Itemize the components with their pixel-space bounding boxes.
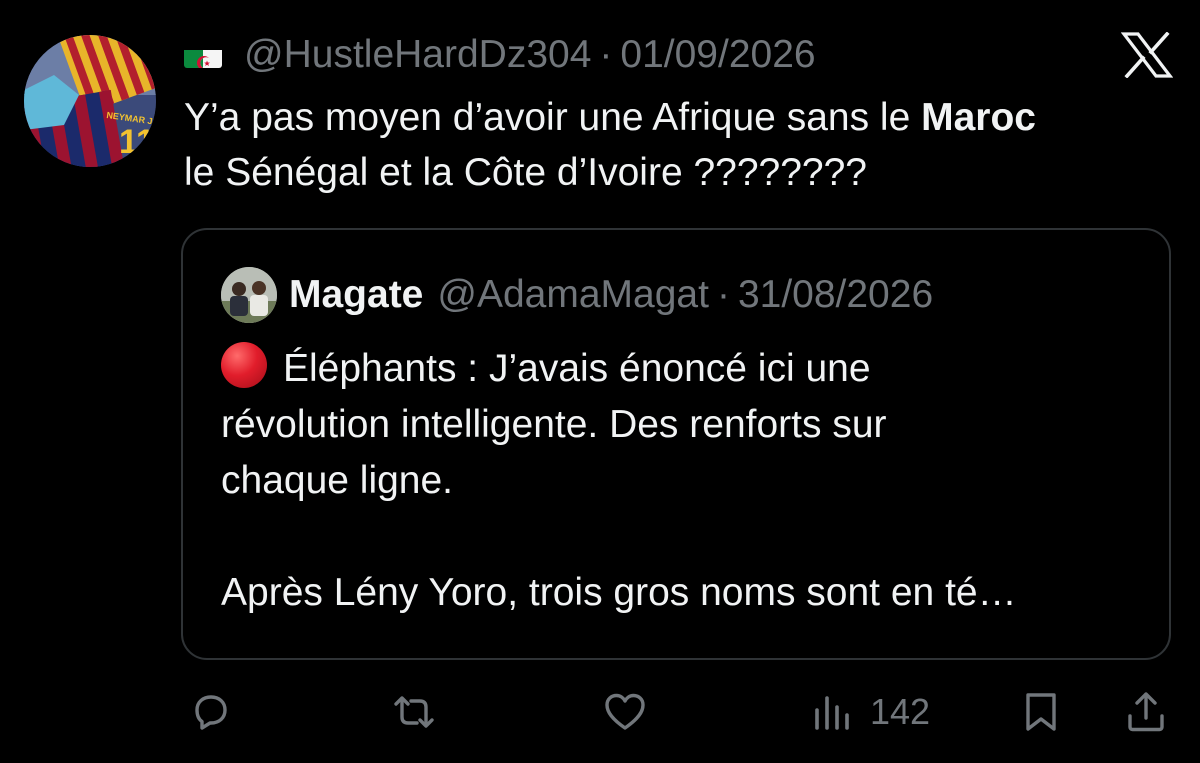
like-icon bbox=[602, 690, 648, 734]
quoted-tweet-date[interactable]: 31/08/2026 bbox=[738, 273, 933, 317]
quoted-user-avatar[interactable] bbox=[221, 267, 277, 323]
retweet-icon bbox=[390, 690, 438, 734]
quoted-line-4: Après Lény Yoro, trois gros noms sont en… bbox=[221, 571, 1017, 614]
user-avatar[interactable]: 11 NEYMAR JR bbox=[24, 35, 156, 167]
quoted-tweet-text: Éléphants : J’avais énoncé ici une révol… bbox=[221, 341, 1141, 621]
tweet-text: Y’a pas moyen d’avoir une Afrique sans l… bbox=[184, 90, 1174, 200]
tweet-text-bold: Maroc bbox=[921, 96, 1036, 139]
author-handle[interactable]: @HustleHardDz304 bbox=[244, 33, 591, 77]
reply-icon bbox=[188, 690, 232, 734]
header-separator: · bbox=[599, 33, 613, 76]
tweet-header: @HustleHardDz304 · 01/09/2026 bbox=[184, 30, 816, 80]
x-logo-icon[interactable] bbox=[1120, 31, 1174, 79]
quoted-author-name[interactable]: Magate bbox=[289, 273, 423, 317]
tweet-text-part1: Y’a pas moyen d’avoir une Afrique sans l… bbox=[184, 96, 922, 139]
bookmark-icon bbox=[1020, 690, 1062, 734]
quoted-line-2: révolution intelligente. Des renforts su… bbox=[221, 403, 887, 446]
action-bar: 142 bbox=[0, 680, 1200, 744]
tweet-text-part2: le Sénégal et la Côte d’Ivoire ???????? bbox=[184, 151, 867, 194]
share-button[interactable] bbox=[1124, 690, 1168, 734]
tweet: 11 NEYMAR JR @HustleHardDz304 · 01/09/20… bbox=[0, 0, 1200, 763]
reply-button[interactable] bbox=[188, 690, 232, 734]
views-icon bbox=[812, 690, 852, 734]
quoted-tweet[interactable]: Magate @AdamaMagat · 31/08/2026 Éléphant… bbox=[181, 228, 1171, 660]
quoted-paragraph-gap bbox=[221, 509, 1141, 565]
red-circle-icon bbox=[221, 342, 267, 388]
tweet-date[interactable]: 01/09/2026 bbox=[620, 33, 815, 77]
quoted-header-separator: · bbox=[716, 273, 730, 316]
quoted-line-1: Éléphants : J’avais énoncé ici une bbox=[221, 341, 1141, 397]
quoted-line-3: chaque ligne. bbox=[221, 459, 454, 502]
algeria-flag-icon bbox=[184, 42, 222, 68]
quoted-line-1-text: Éléphants : J’avais énoncé ici une bbox=[283, 347, 871, 390]
like-button[interactable] bbox=[602, 690, 648, 734]
retweet-button[interactable] bbox=[390, 690, 438, 734]
share-icon bbox=[1124, 690, 1168, 734]
views-button[interactable]: 142 bbox=[812, 690, 930, 734]
views-count: 142 bbox=[870, 691, 931, 732]
svg-text:11: 11 bbox=[119, 123, 155, 161]
quoted-tweet-header: Magate @AdamaMagat · 31/08/2026 bbox=[289, 268, 933, 322]
bookmark-button[interactable] bbox=[1020, 690, 1062, 734]
quoted-author-handle[interactable]: @AdamaMagat bbox=[437, 273, 709, 317]
